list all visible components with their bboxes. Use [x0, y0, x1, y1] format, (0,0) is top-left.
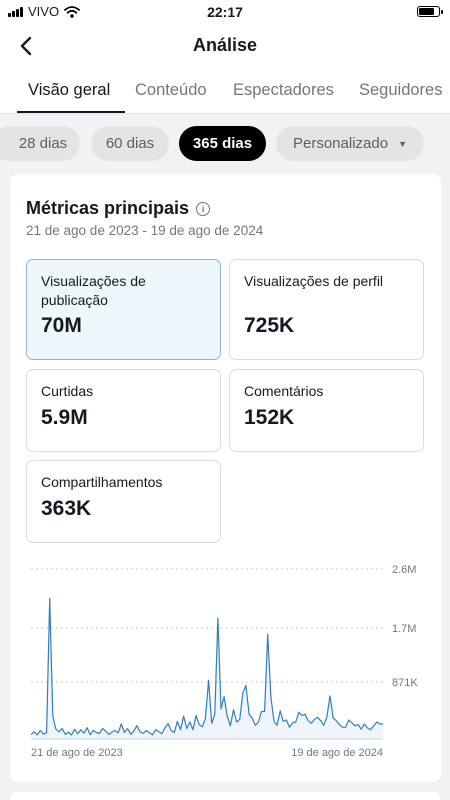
y-tick-label: 871K [392, 677, 418, 689]
filter-label: 365 dias [192, 135, 253, 152]
filter-28-days[interactable]: 28 dias [0, 126, 80, 161]
key-metrics-card: Métricas principais i 21 de ago de 2023 … [10, 174, 441, 782]
tab-viewers[interactable]: Espectadores [233, 81, 334, 100]
status-bar: VIVO 22:17 [0, 0, 450, 24]
y-tick-label: 1.7M [392, 623, 416, 635]
tab-bar: Visão geral Conteúdo Espectadores Seguid… [0, 68, 450, 114]
post-views-chart: 871K 1.7M 2.6M 21 de ago de 2023 19 de ago d… [30, 564, 418, 759]
date-filter-bar: 28 dias 60 dias 365 dias Personalizado ▼ [0, 114, 450, 174]
battery-level [419, 8, 435, 15]
filter-label: 60 dias [105, 135, 155, 152]
tab-followers[interactable]: Seguidores [359, 81, 442, 100]
series-area [31, 598, 383, 739]
page-title: Análise [192, 35, 258, 55]
filter-label: Personalizado [293, 135, 389, 152]
active-tab-indicator [17, 111, 125, 113]
next-card [10, 792, 441, 800]
x-tick-label: 21 de ago de 2023 [31, 747, 123, 759]
x-tick-label: 19 de ago de 2024 [291, 747, 383, 759]
tab-overview[interactable]: Visão geral [28, 81, 110, 100]
status-time: 22:17 [207, 4, 243, 20]
filter-label: 28 dias [18, 135, 68, 152]
nav-bar: Análise [0, 24, 450, 68]
y-tick-label: 2.6M [392, 564, 416, 576]
filter-custom-dropdown[interactable]: Personalizado ▼ [276, 126, 424, 161]
filter-365-days[interactable]: 365 dias [179, 126, 266, 161]
tab-content[interactable]: Conteúdo [135, 81, 207, 100]
battery-icon [417, 6, 443, 17]
filter-60-days[interactable]: 60 dias [91, 126, 169, 161]
caret-down-icon: ▼ [398, 138, 407, 149]
